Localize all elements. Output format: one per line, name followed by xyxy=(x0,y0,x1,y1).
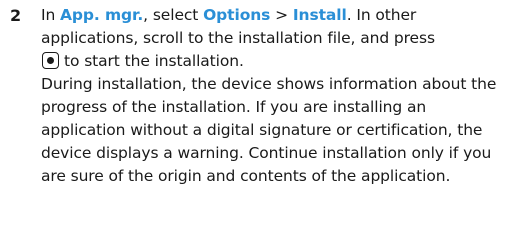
text-select: , select xyxy=(143,6,204,24)
menu-separator: > xyxy=(270,6,293,24)
text-start-install: to start the installation. xyxy=(64,52,244,70)
install-term: Install xyxy=(292,6,347,24)
options-term: Options xyxy=(203,6,271,24)
select-key-dot xyxy=(47,57,54,64)
installation-warning-paragraph: During installation, the device shows in… xyxy=(41,75,497,185)
step-number: 2 xyxy=(10,6,22,25)
app-mgr-term: App. mgr. xyxy=(60,6,144,24)
text-in: In xyxy=(41,6,61,24)
select-key-icon xyxy=(42,52,59,69)
step-text: In App. mgr., select Options > Install. … xyxy=(41,4,509,188)
